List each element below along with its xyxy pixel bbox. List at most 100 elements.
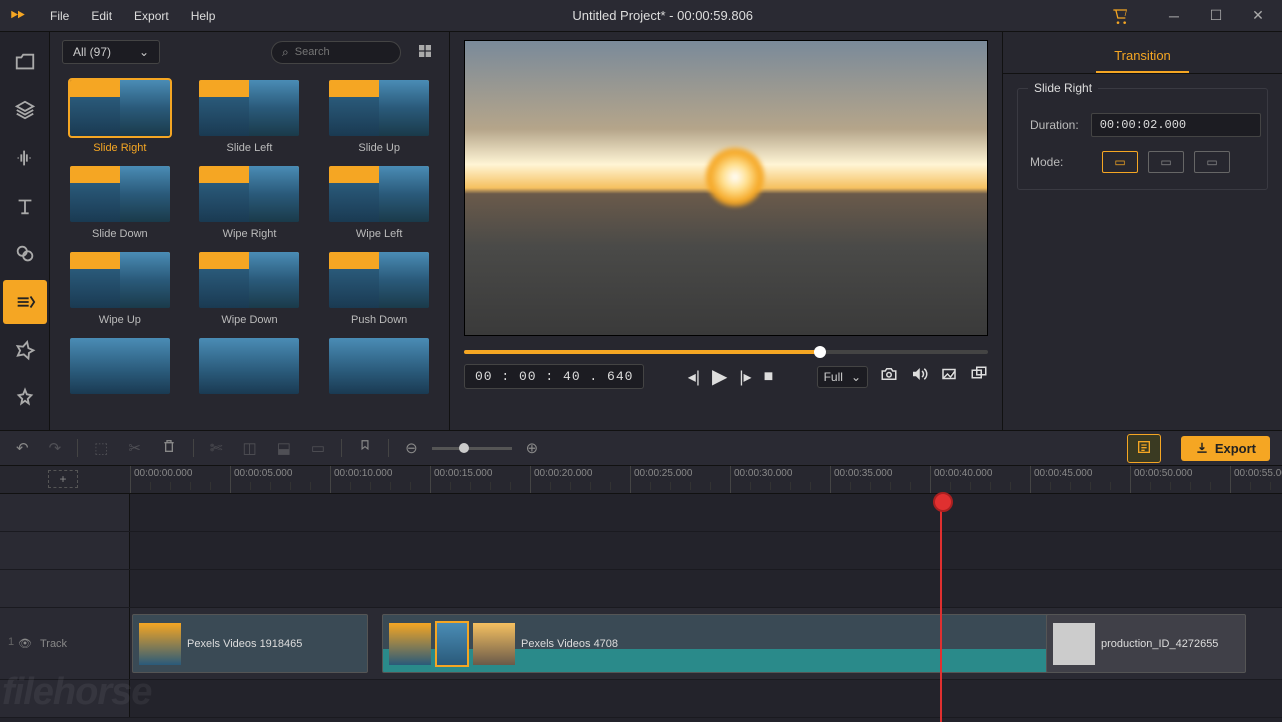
marker-button[interactable] bbox=[354, 434, 376, 462]
close-button[interactable]: ✕ bbox=[1238, 2, 1278, 30]
transition-thumb[interactable] bbox=[437, 623, 467, 665]
clip-2[interactable]: Pexels Videos 4708 bbox=[382, 614, 1152, 673]
minimize-button[interactable]: ─ bbox=[1154, 2, 1194, 30]
track-number: 1 bbox=[8, 636, 14, 648]
transition-push-down[interactable]: Push Down bbox=[317, 248, 441, 330]
delete-button[interactable] bbox=[157, 434, 181, 462]
timeline-ruler[interactable]: + 00:00:00.00000:00:05.00000:00:10.00000… bbox=[0, 466, 1282, 494]
ruler-tick: 00:00:15.000 bbox=[430, 466, 492, 493]
timeline: + 00:00:00.00000:00:05.00000:00:10.00000… bbox=[0, 466, 1282, 722]
ruler-tick: 00:00:50.000 bbox=[1130, 466, 1192, 493]
zoom-slider[interactable] bbox=[432, 447, 512, 450]
sidebar-layers-icon[interactable] bbox=[3, 88, 47, 132]
crop-icon[interactable] bbox=[940, 365, 958, 388]
inspector-title: Slide Right bbox=[1028, 81, 1098, 95]
ruler-tick: 00:00:10.000 bbox=[330, 466, 392, 493]
menu-export[interactable]: Export bbox=[124, 3, 179, 29]
stop-button[interactable]: ■ bbox=[764, 368, 774, 386]
cart-icon[interactable] bbox=[1100, 2, 1140, 30]
ruler-tick: 00:00:30.000 bbox=[730, 466, 792, 493]
sidebar-transitions-icon[interactable] bbox=[3, 280, 47, 324]
transition-item-11[interactable] bbox=[188, 334, 312, 398]
snapshot-icon[interactable] bbox=[880, 365, 898, 388]
sidebar-filters-icon[interactable] bbox=[3, 232, 47, 276]
ruler-tick: 00:00:20.000 bbox=[530, 466, 592, 493]
sidebar-text-icon[interactable] bbox=[3, 184, 47, 228]
detach-icon[interactable] bbox=[970, 365, 988, 388]
transition-wipe-right[interactable]: Wipe Right bbox=[188, 162, 312, 244]
transition-item-12[interactable] bbox=[317, 334, 441, 398]
ruler-tick: 00:00:35.000 bbox=[830, 466, 892, 493]
ruler-tick: 00:00:40.000 bbox=[930, 466, 992, 493]
preview-panel: 00 : 00 : 40 . 640 ◂| ▶ |▸ ■ Full⌄ bbox=[450, 32, 1002, 430]
transition-item-10[interactable] bbox=[58, 334, 182, 398]
ruler-tick: 00:00:25.000 bbox=[630, 466, 692, 493]
aspect-dropdown[interactable]: Full⌄ bbox=[817, 366, 868, 388]
clip-1[interactable]: Pexels Videos 1918465 bbox=[132, 614, 368, 673]
playhead[interactable] bbox=[940, 494, 942, 722]
fx-button[interactable] bbox=[1127, 434, 1161, 463]
media-search-input[interactable] bbox=[295, 46, 365, 58]
transition-wipe-down[interactable]: Wipe Down bbox=[188, 248, 312, 330]
clip-3[interactable]: production_ID_4272655 bbox=[1046, 614, 1246, 673]
seek-bar[interactable] bbox=[464, 350, 988, 354]
zoom-out-button[interactable]: ⊖ bbox=[401, 435, 422, 461]
sidebar bbox=[0, 32, 50, 430]
tool-icon-5[interactable]: ▭ bbox=[307, 435, 329, 461]
export-button[interactable]: Export bbox=[1181, 436, 1270, 461]
play-button[interactable]: ▶ bbox=[712, 364, 727, 389]
tool-icon-4[interactable]: ⬓ bbox=[273, 435, 295, 461]
media-grid: Slide Right Slide Left Slide Up Slide Do… bbox=[50, 72, 449, 430]
media-search[interactable]: ⌕ bbox=[271, 41, 401, 64]
transition-slide-up[interactable]: Slide Up bbox=[317, 76, 441, 158]
titlebar: File Edit Export Help Untitled Project* … bbox=[0, 0, 1282, 32]
transition-wipe-up[interactable]: Wipe Up bbox=[58, 248, 182, 330]
transition-slide-down[interactable]: Slide Down bbox=[58, 162, 182, 244]
preview-viewport[interactable] bbox=[464, 40, 988, 336]
sidebar-overlays-icon[interactable] bbox=[3, 328, 47, 372]
zoom-in-button[interactable]: ⊕ bbox=[522, 435, 543, 461]
media-filter-dropdown[interactable]: All (97) ⌄ bbox=[62, 40, 160, 64]
main-menu: File Edit Export Help bbox=[40, 3, 225, 29]
app-logo-icon bbox=[4, 2, 32, 30]
tool-icon-1[interactable]: ⬚ bbox=[90, 435, 112, 461]
sidebar-media-icon[interactable] bbox=[3, 40, 47, 84]
ruler-tick: 00:00:00.000 bbox=[130, 466, 192, 493]
ruler-tick: 00:00:45.000 bbox=[1030, 466, 1092, 493]
maximize-button[interactable]: ☐ bbox=[1196, 2, 1236, 30]
time-display: 00 : 00 : 40 . 640 bbox=[464, 364, 644, 389]
media-filter-label: All (97) bbox=[73, 45, 111, 59]
add-track-button[interactable]: + bbox=[48, 470, 78, 488]
search-icon: ⌕ bbox=[282, 45, 289, 60]
transition-slide-right[interactable]: Slide Right bbox=[58, 76, 182, 158]
window-title: Untitled Project* - 00:00:59.806 bbox=[225, 8, 1100, 23]
transition-wipe-left[interactable]: Wipe Left bbox=[317, 162, 441, 244]
tab-transition[interactable]: Transition bbox=[1096, 40, 1189, 73]
mode-label: Mode: bbox=[1030, 155, 1090, 169]
menu-file[interactable]: File bbox=[40, 3, 79, 29]
mode-overlap-button[interactable]: ▭ bbox=[1102, 151, 1138, 173]
ruler-tick: 00:00:55.000 bbox=[1230, 466, 1282, 493]
tool-icon-3[interactable]: ◫ bbox=[239, 435, 261, 461]
inspector-panel: Transition Slide Right Duration: Mode: ▭… bbox=[1002, 32, 1282, 430]
mode-postfix-button[interactable]: ▭ bbox=[1194, 151, 1230, 173]
tool-icon-2[interactable]: ✂ bbox=[124, 435, 145, 461]
duration-input[interactable] bbox=[1091, 113, 1261, 137]
grid-view-icon[interactable] bbox=[413, 39, 437, 66]
timeline-toolbar: ↶ ↷ ⬚ ✂ ✄ ◫ ⬓ ▭ ⊖ ⊕ Export bbox=[0, 430, 1282, 466]
volume-icon[interactable] bbox=[910, 365, 928, 388]
timeline-tracks: 1 👁 Track Pexels Videos 1918465 Pexels V… bbox=[0, 494, 1282, 722]
menu-help[interactable]: Help bbox=[181, 3, 226, 29]
redo-button[interactable]: ↷ bbox=[45, 435, 66, 461]
transition-slide-left[interactable]: Slide Left bbox=[188, 76, 312, 158]
sidebar-elements-icon[interactable] bbox=[3, 376, 47, 420]
split-button[interactable]: ✄ bbox=[206, 435, 227, 461]
next-frame-button[interactable]: |▸ bbox=[739, 367, 751, 387]
undo-button[interactable]: ↶ bbox=[12, 435, 33, 461]
track-head[interactable]: 👁 Track bbox=[0, 608, 130, 679]
chevron-down-icon: ⌄ bbox=[851, 370, 861, 384]
prev-frame-button[interactable]: ◂| bbox=[688, 367, 700, 387]
sidebar-audio-icon[interactable] bbox=[3, 136, 47, 180]
menu-edit[interactable]: Edit bbox=[81, 3, 122, 29]
mode-prefix-button[interactable]: ▭ bbox=[1148, 151, 1184, 173]
